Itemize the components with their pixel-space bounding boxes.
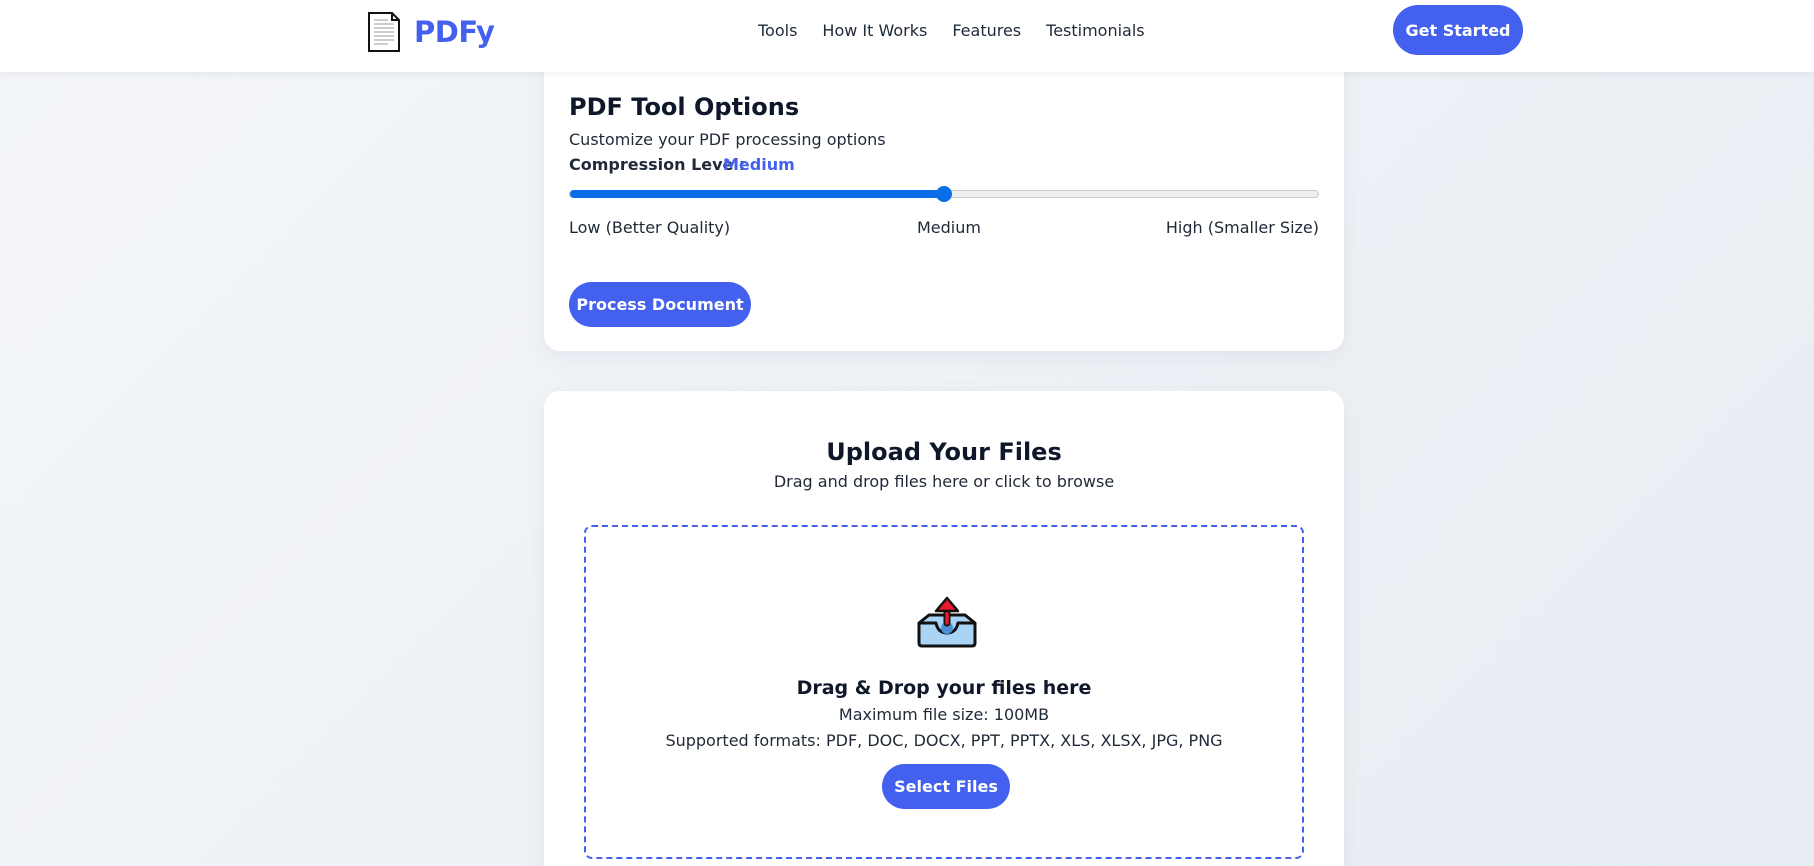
brand-name: PDFy: [414, 15, 495, 49]
navbar: PDFy Tools How It Works Features Testimo…: [0, 0, 1814, 72]
nav-link-how-it-works[interactable]: How It Works: [822, 20, 927, 42]
nav-link-features[interactable]: Features: [952, 20, 1021, 42]
drop-zone[interactable]: Drag & Drop your files here Maximum file…: [584, 525, 1304, 859]
inbox-upload-icon: [917, 596, 977, 648]
process-document-button[interactable]: Process Document: [569, 282, 751, 327]
supported-formats: Supported formats: PDF, DOC, DOCX, PPT, …: [665, 731, 1223, 750]
upload-subtitle: Drag and drop files here or click to bro…: [773, 472, 1115, 491]
nav-links: Tools How It Works Features Testimonials: [758, 20, 1170, 42]
nav-link-tools[interactable]: Tools: [758, 20, 797, 42]
options-subtitle: Customize your PDF processing options: [569, 130, 886, 149]
tick-label-medium: Medium: [917, 218, 981, 237]
slider-thumb[interactable]: [936, 186, 952, 202]
options-title: PDF Tool Options: [569, 93, 800, 121]
get-started-button[interactable]: Get Started: [1393, 5, 1523, 55]
nav-link-testimonials[interactable]: Testimonials: [1046, 20, 1145, 42]
document-icon: [368, 12, 400, 52]
upload-card: Upload Your Files Drag and drop files he…: [544, 391, 1344, 866]
drop-zone-title: Drag & Drop your files here: [796, 677, 1092, 699]
pdf-tool-options-card: PDF Tool Options Customize your PDF proc…: [544, 40, 1344, 351]
compression-value: Medium: [723, 155, 795, 174]
slider-fill: [570, 190, 944, 198]
select-files-button[interactable]: Select Files: [882, 764, 1010, 809]
tick-label-low: Low (Better Quality): [569, 218, 731, 237]
max-file-size: Maximum file size: 100MB: [838, 705, 1050, 724]
logo[interactable]: PDFy: [366, 11, 495, 53]
tick-label-high: High (Smaller Size): [1165, 218, 1319, 237]
upload-title: Upload Your Files: [826, 438, 1062, 466]
compression-slider[interactable]: [569, 186, 1319, 202]
compression-label: Compression Level:: [569, 155, 746, 174]
